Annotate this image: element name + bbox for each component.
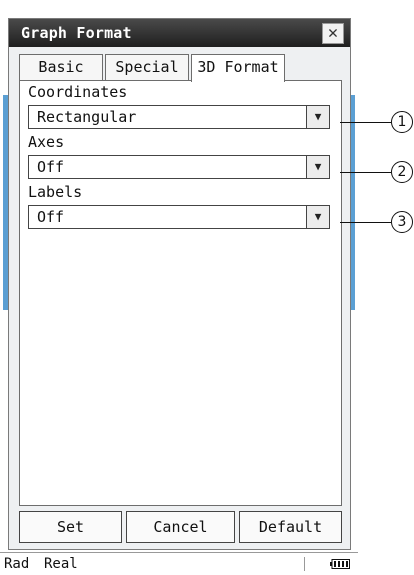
dialog-title: Graph Format <box>21 24 132 42</box>
callout-number-1: 1 <box>391 111 413 133</box>
callout-number-2: 2 <box>391 161 413 183</box>
tab-panel-3d-format: Coordinates Rectangular ▼ Axes Off ▼ Lab… <box>19 80 342 506</box>
status-bar: Rad Real <box>0 552 358 575</box>
close-button[interactable]: ✕ <box>322 23 344 44</box>
close-icon: ✕ <box>327 23 339 43</box>
tab-basic[interactable]: Basic <box>19 54 103 80</box>
dialog-titlebar: Graph Format ✕ <box>9 19 350 47</box>
axes-value: Off <box>37 158 65 176</box>
chevron-down-icon[interactable]: ▼ <box>306 156 329 178</box>
angle-mode-status[interactable]: Rad <box>4 556 29 572</box>
labels-dropdown[interactable]: Off ▼ <box>28 205 330 229</box>
number-mode-status[interactable]: Real <box>44 556 78 572</box>
cancel-button[interactable]: Cancel <box>126 511 235 543</box>
coordinates-label: Coordinates <box>28 83 128 101</box>
set-button[interactable]: Set <box>19 511 122 543</box>
callout-line-2 <box>340 172 391 173</box>
graph-format-dialog: Graph Format ✕ Basic Special 3D Format C… <box>8 18 351 550</box>
battery-icon <box>330 559 350 569</box>
labels-label: Labels <box>28 183 83 201</box>
coordinates-dropdown[interactable]: Rectangular ▼ <box>28 105 330 129</box>
labels-value: Off <box>37 208 65 226</box>
calculator-screen: Graph Format ✕ Basic Special 3D Format C… <box>0 0 358 575</box>
tab-special[interactable]: Special <box>105 54 189 80</box>
callout-number-3: 3 <box>391 211 413 233</box>
tab-3d-format[interactable]: 3D Format <box>191 54 285 82</box>
chevron-down-icon[interactable]: ▼ <box>306 206 329 228</box>
callout-line-1 <box>340 122 391 123</box>
axes-label: Axes <box>28 133 65 151</box>
coordinates-value: Rectangular <box>37 108 137 126</box>
axes-dropdown[interactable]: Off ▼ <box>28 155 330 179</box>
callout-line-3 <box>340 222 391 223</box>
chevron-down-icon[interactable]: ▼ <box>306 106 329 128</box>
status-divider <box>304 557 308 571</box>
default-button[interactable]: Default <box>239 511 342 543</box>
